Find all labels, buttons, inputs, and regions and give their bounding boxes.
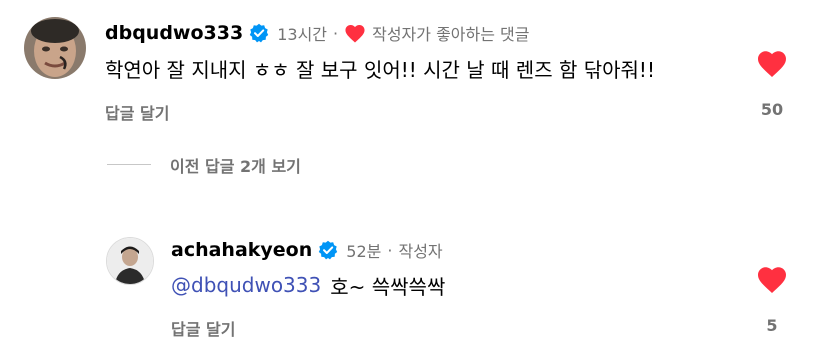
author-avatar[interactable]: [106, 237, 154, 285]
view-previous-divider: [107, 164, 151, 165]
reply-header: achahakyeon 52분 · 작성자: [171, 237, 443, 263]
heart-filled-icon: [344, 23, 366, 43]
heart-filled-icon: [758, 51, 786, 77]
reply-button[interactable]: 답글 달기: [105, 100, 169, 124]
comment-text: 학연아 잘 지내지 ㅎㅎ 잘 보구 잇어!! 시간 날 때 렌즈 함 닦아줘!!: [105, 57, 655, 82]
view-previous-replies-button[interactable]: 이전 답글 2개 보기: [170, 153, 301, 177]
separator-dot: ·: [387, 240, 393, 260]
author-username[interactable]: achahakyeon: [171, 239, 312, 261]
liked-by-author-label: 작성자가 좋아하는 댓글: [372, 25, 530, 44]
reply-time: 52분: [346, 242, 382, 261]
verified-badge-icon: [249, 23, 269, 43]
reply-button[interactable]: 답글 달기: [171, 316, 235, 340]
like-count: 50: [760, 100, 784, 119]
author-badge: 작성자: [398, 242, 443, 261]
verified-badge-icon: [318, 240, 338, 260]
separator-dot: ·: [333, 23, 339, 43]
like-button[interactable]: [756, 48, 788, 82]
heart-filled-icon: [758, 267, 786, 293]
comment-time: 13시간: [277, 25, 328, 44]
comment-header: dbqudwo333 13시간 · 작성자가 좋아하는 댓글: [105, 20, 529, 46]
mention-link[interactable]: @dbqudwo333: [171, 273, 321, 297]
reply-text: @dbqudwo333 호~ 쓱싹쓱싹: [171, 271, 445, 299]
like-button[interactable]: [756, 264, 788, 298]
commenter-username[interactable]: dbqudwo333: [105, 22, 243, 44]
reply-message: 호~ 쓱싹쓱싹: [330, 274, 446, 299]
like-count: 5: [766, 316, 778, 335]
commenter-avatar[interactable]: [24, 17, 86, 79]
